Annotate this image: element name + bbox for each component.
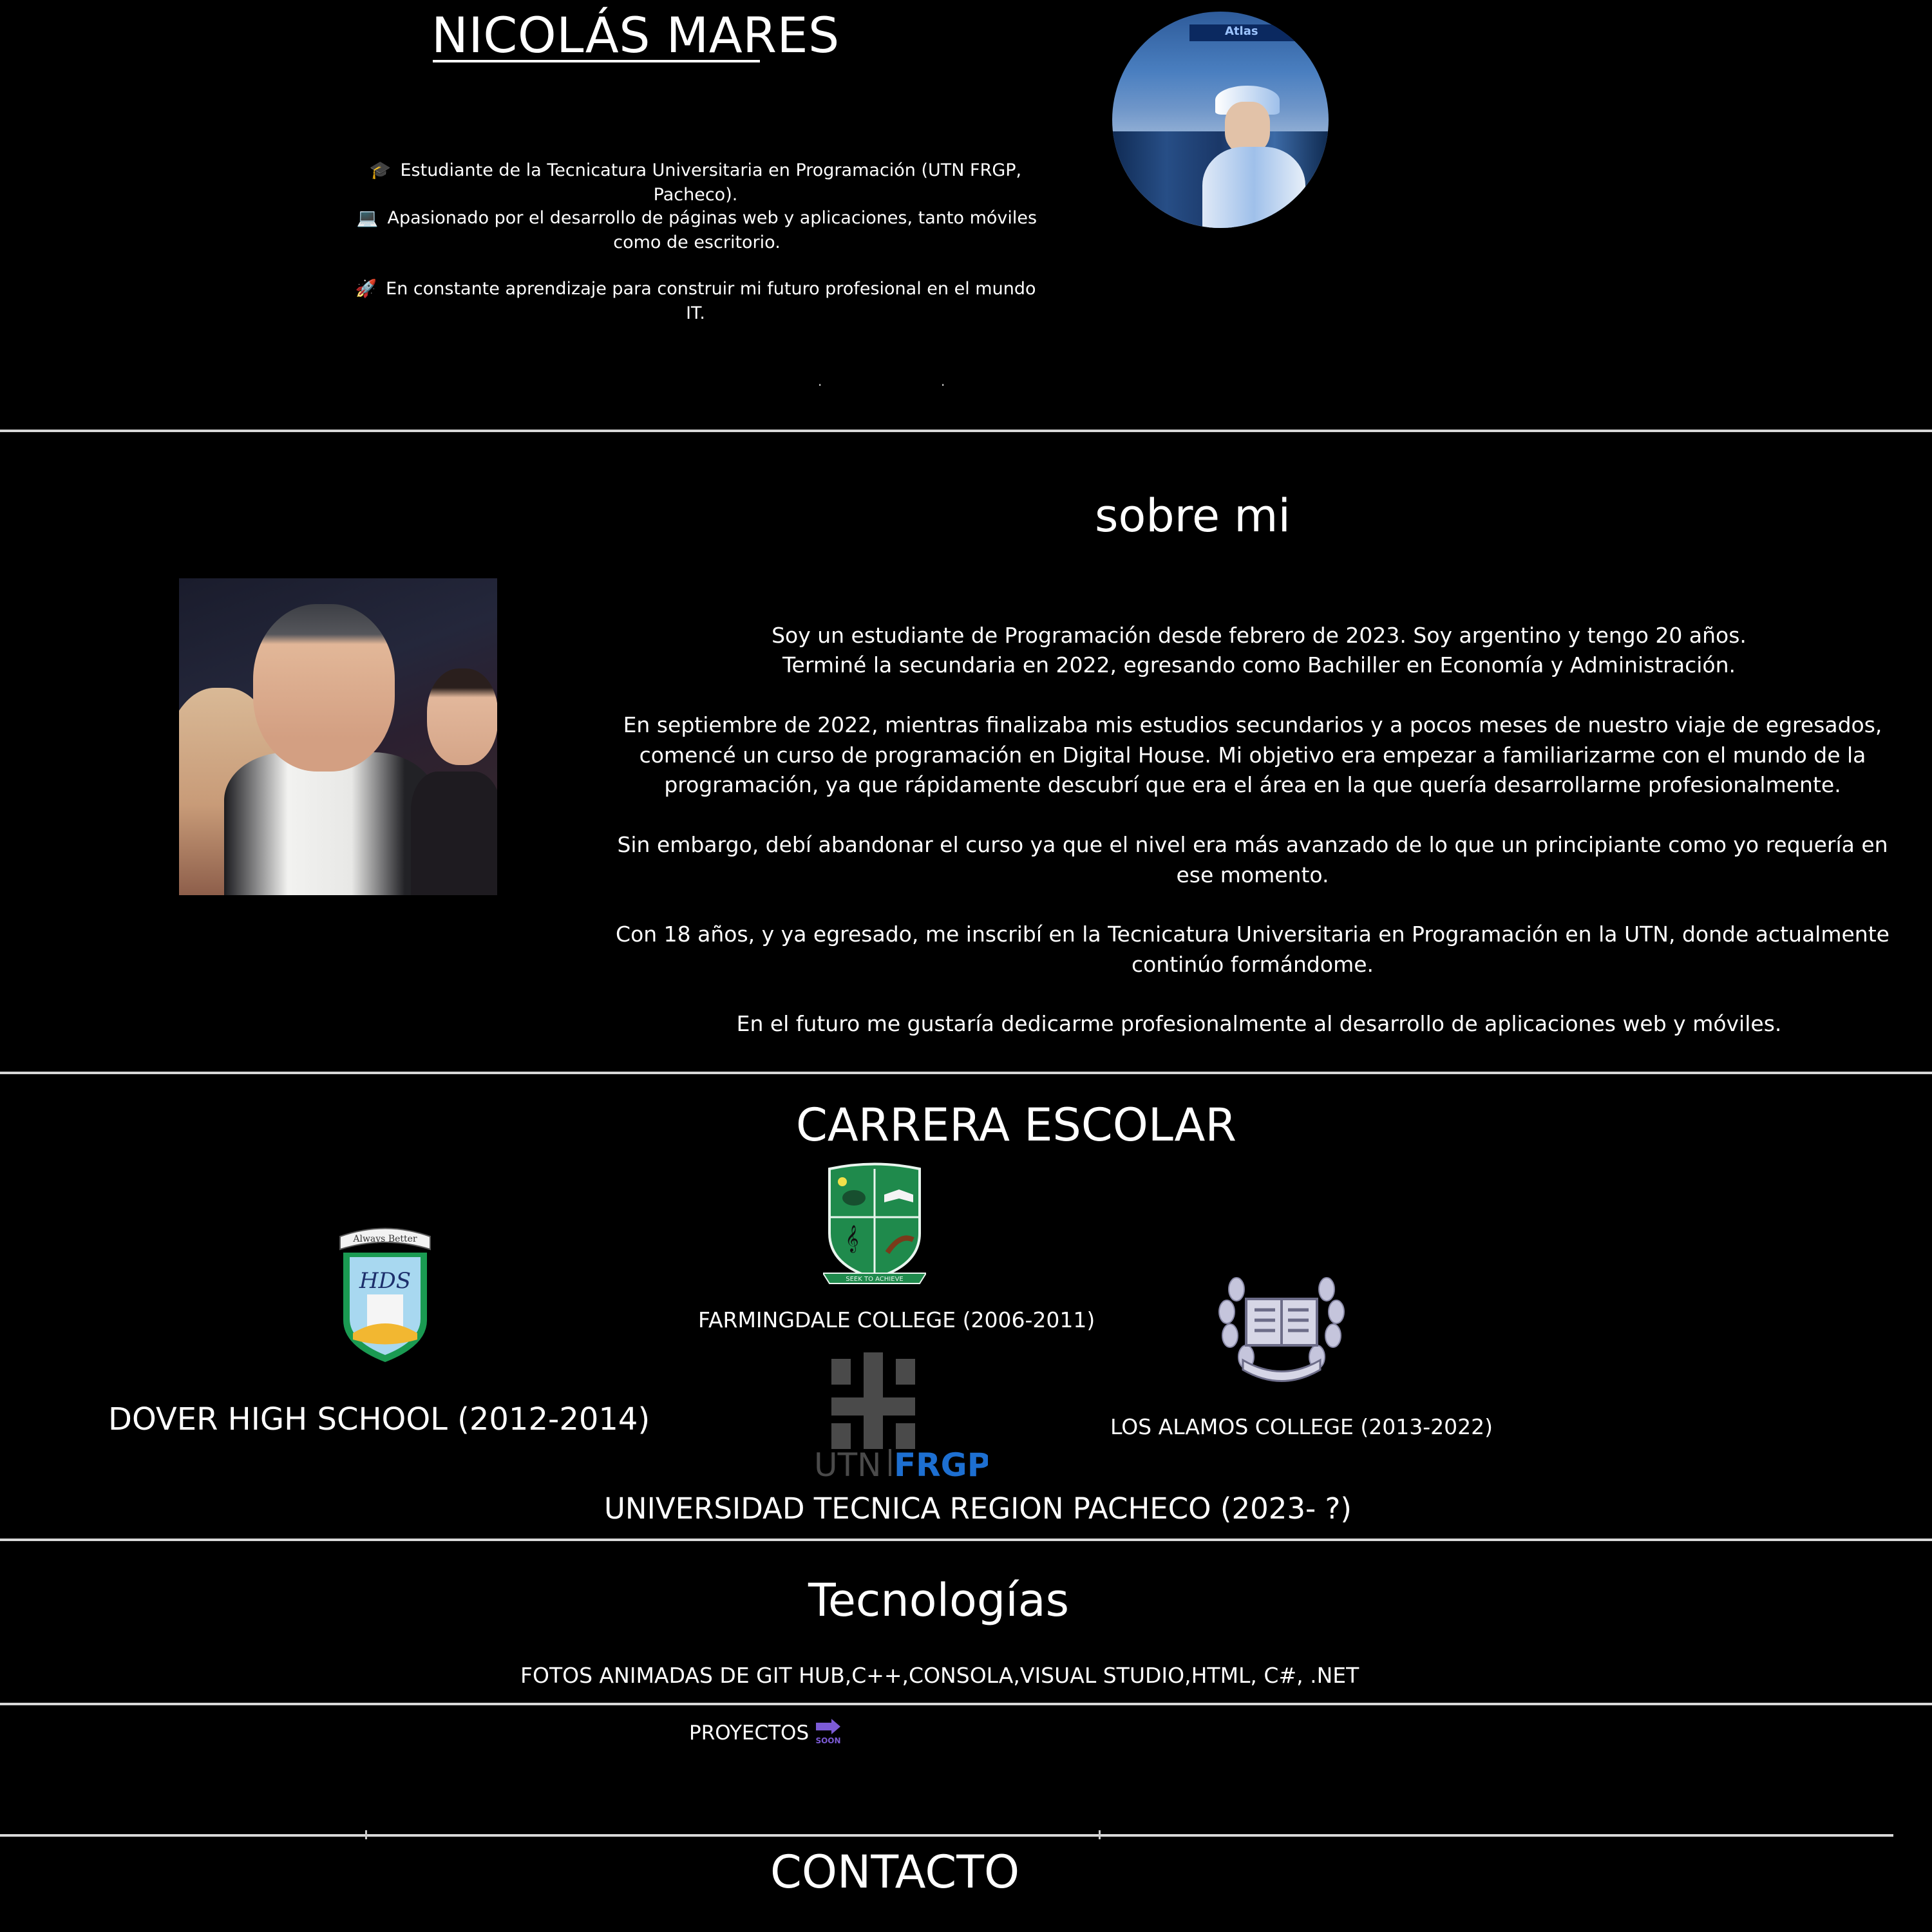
divider-tick — [365, 1830, 367, 1839]
soon-badge-text: SOON — [815, 1736, 840, 1745]
frgp-logo-text: FRGP — [894, 1446, 988, 1479]
dover-school-logo: Always Better HDS — [339, 1227, 431, 1362]
decorative-dot: . — [941, 374, 945, 389]
page-title: NICOLÁS MARES — [431, 6, 840, 64]
career-title: CARRERA ESCOLAR — [796, 1099, 1236, 1151]
photo-person-right-head — [427, 668, 497, 765]
section-divider — [0, 430, 1932, 432]
rocket-icon: 🚀 — [355, 279, 377, 299]
section-divider — [0, 1539, 1932, 1541]
about-title: sobre mi — [1095, 489, 1291, 542]
bio-line-3: 🚀 En constante aprendizaje para construir… — [348, 277, 1043, 326]
utn-logo-text: UTN — [814, 1446, 882, 1479]
about-paragraph-3: En septiembre de 2022, mientras finaliza… — [623, 712, 1882, 797]
photo-person-right-body — [411, 772, 497, 895]
contact-title: CONTACTO — [770, 1846, 1020, 1899]
section-divider — [0, 1072, 1932, 1074]
technologies-list: FOTOS ANIMADAS DE GIT HUB,C++,CONSOLA,VI… — [520, 1663, 1359, 1688]
projects-link[interactable]: PROYECTOS — [689, 1721, 809, 1745]
dover-school-label: DOVER HIGH SCHOOL (2012-2014) — [108, 1401, 650, 1437]
section-divider — [0, 1703, 1932, 1705]
farmingdale-college-logo: 𝄞 SEEK TO ACHIEVE — [823, 1162, 926, 1284]
about-paragraph-1: Soy un estudiante de Programación desde … — [772, 623, 1747, 648]
dover-logo-motto: Always Better — [352, 1234, 417, 1244]
svg-text:𝄞: 𝄞 — [845, 1225, 858, 1253]
about-paragraph-2: Terminé la secundaria en 2022, egresando… — [782, 652, 1736, 677]
avatar-banner: Atlas — [1189, 24, 1299, 41]
title-underline — [433, 60, 760, 62]
dover-logo-letters: HDS — [359, 1268, 411, 1294]
about-paragraph-6: En el futuro me gustaría dedicarme profe… — [736, 1011, 1782, 1036]
los-alamos-college-logo — [1218, 1277, 1345, 1382]
technologies-title: Tecnologías — [808, 1574, 1070, 1627]
about-paragraph-4: Sin embargo, debí abandonar el curso ya … — [617, 832, 1888, 887]
avatar-banner-text: Atlas — [1225, 24, 1258, 38]
photo-person-center-body — [224, 752, 437, 895]
divider-tick — [1099, 1830, 1101, 1839]
avatar-body — [1202, 147, 1305, 228]
farmingdale-logo-ribbon: SEEK TO ACHIEVE — [846, 1276, 903, 1283]
farmingdale-college-label: FARMINGDALE COLLEGE (2006-2011) — [698, 1307, 1095, 1332]
utn-university-label: UNIVERSIDAD TECNICA REGION PACHECO (2023… — [604, 1492, 1352, 1526]
about-paragraph-5: Con 18 años, y ya egresado, me inscribí … — [616, 922, 1889, 977]
bio-text-3: En constante aprendizaje para construir … — [386, 279, 1036, 323]
laptop-icon: 💻 — [356, 208, 379, 228]
los-alamos-college-label: LOS ALAMOS COLLEGE (2013-2022) — [1110, 1414, 1493, 1439]
avatar-head — [1225, 102, 1270, 153]
photo-person-center-head — [253, 604, 395, 772]
bio-line-1: 🎓 Estudiante de la Tecnicatura Universita… — [348, 158, 1043, 207]
graduation-cap-icon: 🎓 — [369, 160, 392, 180]
bio-text-2: Apasionado por el desarrollo de páginas … — [387, 208, 1037, 252]
bio-text-1: Estudiante de la Tecnicatura Universitar… — [400, 160, 1022, 205]
section-divider — [0, 1834, 1893, 1837]
utn-frgp-logo: UTN FRGP — [814, 1352, 988, 1479]
family-photo — [179, 578, 497, 895]
soon-arrow-icon[interactable]: SOON — [813, 1718, 843, 1746]
bio-line-2: 💻 Apasionado por el desarrollo de páginas… — [343, 206, 1051, 255]
profile-avatar: Atlas — [1112, 12, 1329, 228]
decorative-dot: . — [818, 374, 822, 389]
